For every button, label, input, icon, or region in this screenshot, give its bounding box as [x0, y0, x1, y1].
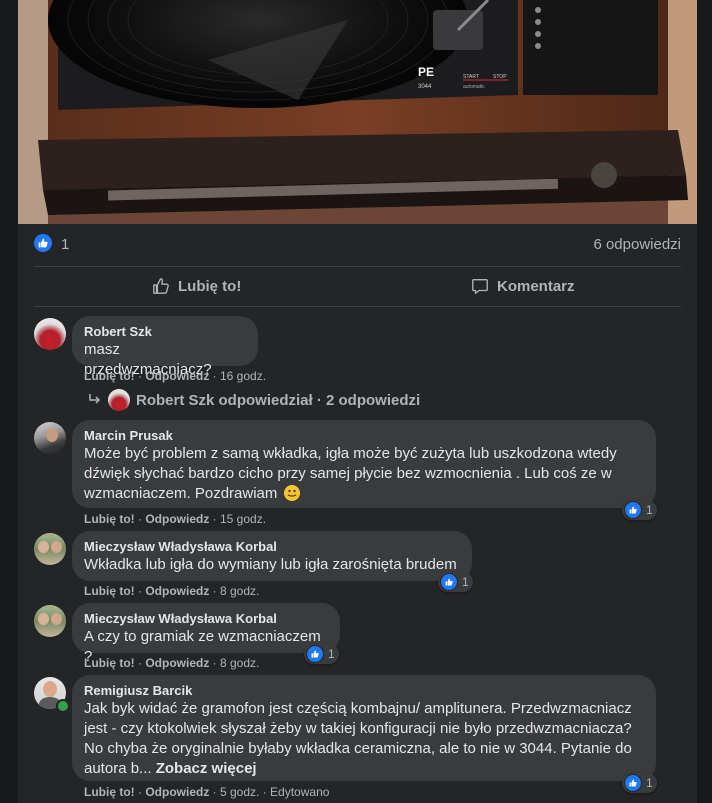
comment-meta: Lubię to! · Odpowiedz · 8 godz.	[84, 584, 260, 598]
comment-reactions[interactable]: 1	[622, 500, 657, 520]
comment-meta: Lubię to! · Odpowiedz · 15 godz.	[84, 512, 267, 526]
comment-reply-link[interactable]: Odpowiedz	[145, 656, 209, 670]
stop-label: STOP	[493, 74, 507, 80]
comment-reactions[interactable]: 1	[304, 644, 339, 664]
divider	[34, 306, 681, 307]
comment-like-link[interactable]: Lubię to!	[84, 512, 135, 526]
comment-author[interactable]: Mieczysław Władysława Korbal	[84, 611, 328, 627]
view-replies-link[interactable]: Robert Szk odpowiedział · 2 odpowiedzi	[88, 389, 421, 411]
avatar	[108, 389, 130, 411]
reactions-summary: 1 6 odpowiedzi	[18, 232, 697, 258]
comment-bubble: Marcin Prusak Może być problem z samą wk…	[72, 420, 656, 508]
comment-button-label: Komentarz	[497, 277, 575, 295]
comment-author[interactable]: Marcin Prusak	[84, 428, 644, 444]
comment-bubble: Mieczysław Władysława Korbal Wkładka lub…	[72, 531, 472, 581]
like-reaction-icon	[440, 573, 458, 591]
comment-time[interactable]: 5 godz.	[220, 785, 259, 799]
comment-bubble: Mieczysław Władysława Korbal A czy to gr…	[72, 603, 340, 665]
view-replies-label: Robert Szk odpowiedział · 2 odpowiedzi	[136, 391, 421, 409]
comment-meta: Lubię to! · Odpowiedz · 8 godz.	[84, 656, 260, 670]
like-reaction-icon	[624, 774, 642, 792]
comment-reactions[interactable]: 1	[438, 572, 473, 592]
edited-label[interactable]: Edytowano	[270, 785, 329, 799]
like-count[interactable]: 1	[61, 236, 69, 253]
like-button[interactable]: Lubię to!	[152, 268, 241, 304]
reaction-count: 1	[328, 647, 335, 661]
start-label: START	[463, 74, 479, 80]
comment-time[interactable]: 16 godz.	[220, 369, 266, 383]
comment-reply-link[interactable]: Odpowiedz	[145, 369, 209, 383]
comment-reactions[interactable]: 1	[622, 773, 657, 793]
comment-meta: Lubię to! · Odpowiedz · 16 godz.	[84, 369, 267, 383]
comment-bubble: Remigiusz Barcik Jak byk widać że gramof…	[72, 675, 656, 781]
comment-text: Wkładka lub igła do wymiany lub igła zar…	[84, 556, 457, 573]
comment-time[interactable]: 15 godz.	[220, 512, 266, 526]
like-reaction-icon	[624, 501, 642, 519]
comment-text: Może być problem z samą wkładka, igła mo…	[84, 445, 617, 502]
comment-time[interactable]: 8 godz.	[220, 656, 259, 670]
comment-time[interactable]: 8 godz.	[220, 584, 259, 598]
comment-author[interactable]: Mieczysław Władysława Korbal	[84, 539, 460, 555]
comment-author[interactable]: Robert Szk	[84, 324, 246, 340]
reaction-count: 1	[462, 575, 469, 589]
brand-label: PE	[418, 65, 434, 79]
like-reaction-icon[interactable]	[34, 234, 52, 252]
comment-like-link[interactable]: Lubię to!	[84, 785, 135, 799]
model-label: 3044	[418, 84, 432, 90]
turntable-image: PE 3044 START STOP automatic	[18, 0, 697, 224]
comment-like-link[interactable]: Lubię to!	[84, 656, 135, 670]
like-button-label: Lubię to!	[178, 277, 242, 295]
comment-reply-link[interactable]: Odpowiedz	[145, 785, 209, 799]
reply-arrow-icon	[89, 394, 101, 404]
comment-button[interactable]: Komentarz	[471, 268, 575, 304]
comment-reply-link[interactable]: Odpowiedz	[145, 512, 209, 526]
smile-emoji-icon	[283, 485, 300, 501]
avatar[interactable]	[34, 318, 66, 350]
post-card: PE 3044 START STOP automatic 1 6 odpowie…	[18, 0, 697, 803]
reaction-count: 1	[646, 776, 653, 790]
divider	[34, 266, 681, 267]
comment-meta: Lubię to! · Odpowiedz · 5 godz. · Edytow…	[84, 785, 330, 799]
post-photo[interactable]: PE 3044 START STOP automatic	[18, 0, 697, 224]
like-reaction-icon	[306, 645, 324, 663]
online-status-dot	[56, 699, 70, 713]
comment-reply-link[interactable]: Odpowiedz	[145, 584, 209, 598]
reaction-count: 1	[646, 503, 653, 517]
comment-author[interactable]: Remigiusz Barcik	[84, 683, 644, 699]
avatar[interactable]	[34, 533, 66, 565]
thumbs-up-icon	[153, 278, 169, 294]
comment-like-link[interactable]: Lubię to!	[84, 369, 135, 383]
replies-count[interactable]: 6 odpowiedzi	[593, 236, 681, 253]
comment-like-link[interactable]: Lubię to!	[84, 584, 135, 598]
see-more-link[interactable]: Zobacz więcej	[156, 760, 257, 777]
avatar[interactable]	[34, 422, 66, 454]
comment-icon	[472, 279, 488, 294]
comment-bubble: Robert Szk masz przedwzmacniacz?	[72, 316, 258, 378]
avatar[interactable]	[34, 605, 66, 637]
automatic-label: automatic	[463, 84, 485, 90]
